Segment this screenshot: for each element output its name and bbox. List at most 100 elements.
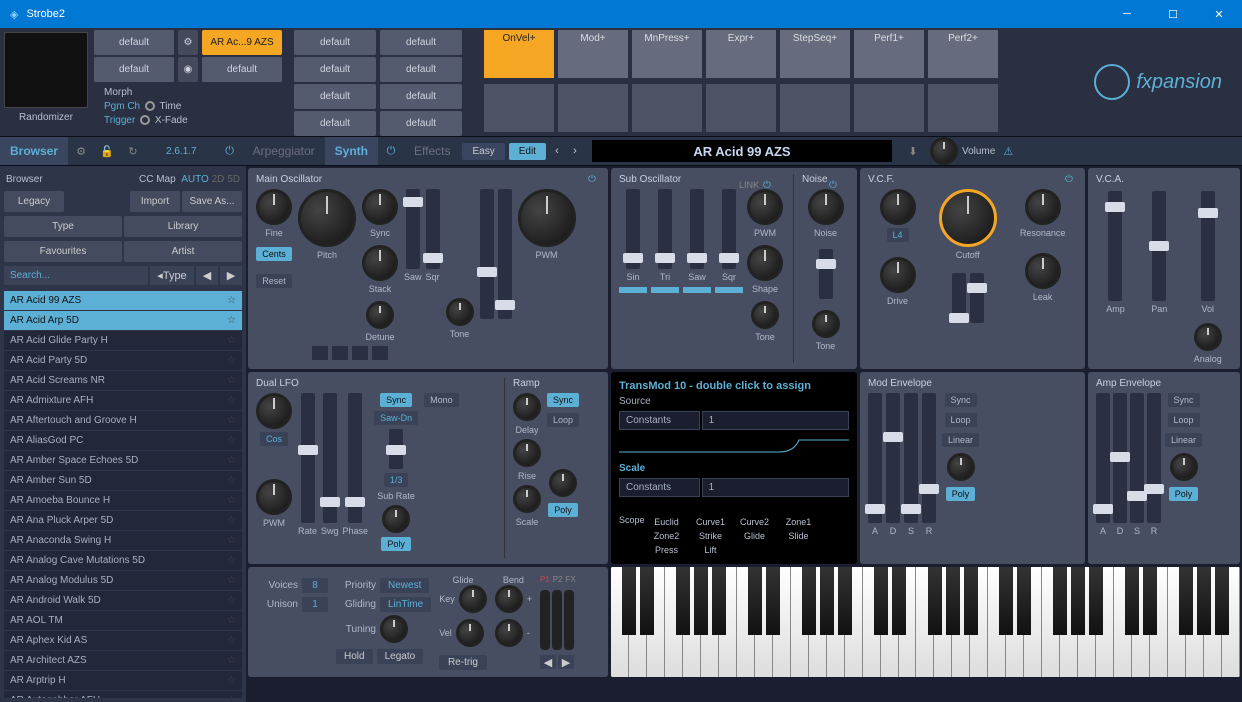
refresh-icon[interactable]: ↻	[120, 145, 146, 158]
preset-item[interactable]: AR Ana Pluck Arper 5D☆	[4, 511, 242, 531]
preset-slot[interactable]: default	[294, 111, 376, 136]
master-volume-knob[interactable]	[930, 137, 958, 165]
preset-item[interactable]: AR Acid Arp 5D☆	[4, 311, 242, 331]
scope-item[interactable]: Curve2	[733, 515, 777, 529]
modslot[interactable]: StepSeq+	[780, 30, 850, 78]
modslot[interactable]	[780, 84, 850, 132]
preset-item[interactable]: AR Amber Sun 5D☆	[4, 471, 242, 491]
rate-slider[interactable]	[301, 393, 315, 523]
preset-name-display[interactable]: AR Acid 99 AZS	[592, 140, 892, 162]
save-as-button[interactable]: Save As...	[182, 191, 242, 212]
preset-item[interactable]: AR Architect AZS☆	[4, 651, 242, 671]
modslot[interactable]	[484, 84, 554, 132]
preset-item[interactable]: AR Analog Modulus 5D☆	[4, 571, 242, 591]
preset-slot[interactable]: default	[294, 30, 376, 55]
loop-button[interactable]: Loop	[547, 413, 579, 427]
pwm-knob[interactable]	[256, 479, 292, 515]
preset-item[interactable]: AR Acid Screams NR☆	[4, 371, 242, 391]
preset-item[interactable]: AR Amoeba Bounce H☆	[4, 491, 242, 511]
wave-icon[interactable]	[332, 346, 348, 360]
maximize-button[interactable]: ☐	[1150, 0, 1196, 28]
wheel[interactable]	[540, 590, 550, 650]
d-slider[interactable]	[886, 393, 900, 523]
preset-item[interactable]: AR Analog Cave Mutations 5D☆	[4, 551, 242, 571]
poly-knob[interactable]	[382, 505, 410, 533]
stack-knob[interactable]	[362, 245, 398, 281]
black-key[interactable]	[1125, 567, 1139, 635]
preset-slot[interactable]: default	[294, 57, 376, 82]
key-knob[interactable]	[459, 585, 487, 613]
sync-button[interactable]: Sync	[547, 393, 579, 407]
scope-item[interactable]: Press	[645, 543, 689, 557]
bend-minus-knob[interactable]	[495, 619, 523, 647]
r-slider[interactable]	[1147, 393, 1161, 523]
keyboard[interactable]	[611, 567, 1240, 677]
modslot[interactable]	[558, 84, 628, 132]
preset-slot[interactable]: default	[380, 111, 462, 136]
wave-icon[interactable]	[312, 346, 328, 360]
black-key[interactable]	[928, 567, 942, 635]
fine-knob[interactable]	[256, 189, 292, 225]
transmod-header[interactable]: TransMod 10 - double click to assign	[619, 380, 849, 392]
detune-knob[interactable]	[366, 301, 394, 329]
tone-knob[interactable]	[812, 310, 840, 338]
modslot[interactable]	[632, 84, 702, 132]
black-key[interactable]	[1197, 567, 1211, 635]
preset-item[interactable]: AR Anaconda Swing H☆	[4, 531, 242, 551]
xfade-radio[interactable]	[140, 115, 150, 125]
poly-button[interactable]: Poly	[548, 503, 578, 517]
scope-item[interactable]: Zone2	[645, 529, 689, 543]
black-key[interactable]	[802, 567, 816, 635]
link-button[interactable]: LINK	[739, 180, 759, 190]
randomizer-display[interactable]	[4, 32, 88, 108]
hold-button[interactable]: Hold	[336, 649, 373, 664]
minimize-button[interactable]: ─	[1104, 0, 1150, 28]
black-key[interactable]	[1089, 567, 1103, 635]
leak-knob[interactable]	[1025, 253, 1061, 289]
s-slider[interactable]	[1130, 393, 1144, 523]
2d-button[interactable]: 2D	[212, 174, 225, 185]
5d-button[interactable]: 5D	[227, 174, 240, 185]
preset-slot[interactable]: default	[202, 57, 282, 82]
oct-up-button[interactable]: ▶	[558, 655, 574, 669]
modslot[interactable]: MnPress+	[632, 30, 702, 78]
preset-item[interactable]: AR Autogabber AFH☆	[4, 691, 242, 698]
settings-icon[interactable]: ⚙	[68, 145, 94, 158]
modslot[interactable]: Perf1+	[854, 30, 924, 78]
next-button[interactable]: ▶	[220, 266, 242, 285]
black-key[interactable]	[640, 567, 654, 635]
scale-select[interactable]: Constants	[619, 478, 700, 497]
modslot[interactable]: Perf2+	[928, 30, 998, 78]
scope-item[interactable]: Curve1	[689, 515, 733, 529]
browser-tab[interactable]: Browser	[0, 137, 68, 165]
voices-value[interactable]: 8	[302, 578, 328, 593]
saw-slider[interactable]	[406, 189, 420, 269]
retrig-button[interactable]: Re-trig	[439, 655, 487, 670]
linear-button[interactable]: Linear	[1165, 433, 1202, 447]
preset-item[interactable]: AR AOL TM☆	[4, 611, 242, 631]
power-icon[interactable]: ⏻	[378, 145, 404, 158]
preset-slot-active[interactable]: AR Ac...9 AZS	[202, 30, 282, 55]
poly-button[interactable]: Poly	[946, 487, 976, 501]
save-icon[interactable]: ⬇	[900, 145, 926, 158]
wave-icon[interactable]	[352, 346, 368, 360]
reset-button[interactable]: Reset	[256, 274, 292, 288]
preset-slot[interactable]: default	[94, 30, 174, 55]
r-slider[interactable]	[922, 393, 936, 523]
pgm-ch-label[interactable]: Pgm Ch	[104, 101, 140, 112]
scope-item[interactable]: Euclid	[645, 515, 689, 529]
analog-knob[interactable]	[1194, 323, 1222, 351]
poly-knob[interactable]	[1170, 453, 1198, 481]
scale-value[interactable]: 1	[702, 478, 849, 497]
preset-item[interactable]: AR Android Walk 5D☆	[4, 591, 242, 611]
modslot[interactable]	[928, 84, 998, 132]
pwm-knob[interactable]	[747, 189, 783, 225]
preset-item[interactable]: AR Aphex Kid AS☆	[4, 631, 242, 651]
preset-gear-icon[interactable]: ⚙	[178, 30, 198, 55]
swg-slider[interactable]	[323, 393, 337, 523]
noise-knob[interactable]	[808, 189, 844, 225]
favourites-button[interactable]: Favourites	[4, 241, 122, 262]
modslot[interactable]	[706, 84, 776, 132]
slider[interactable]	[389, 429, 403, 469]
scope-item[interactable]: Strike	[689, 529, 733, 543]
